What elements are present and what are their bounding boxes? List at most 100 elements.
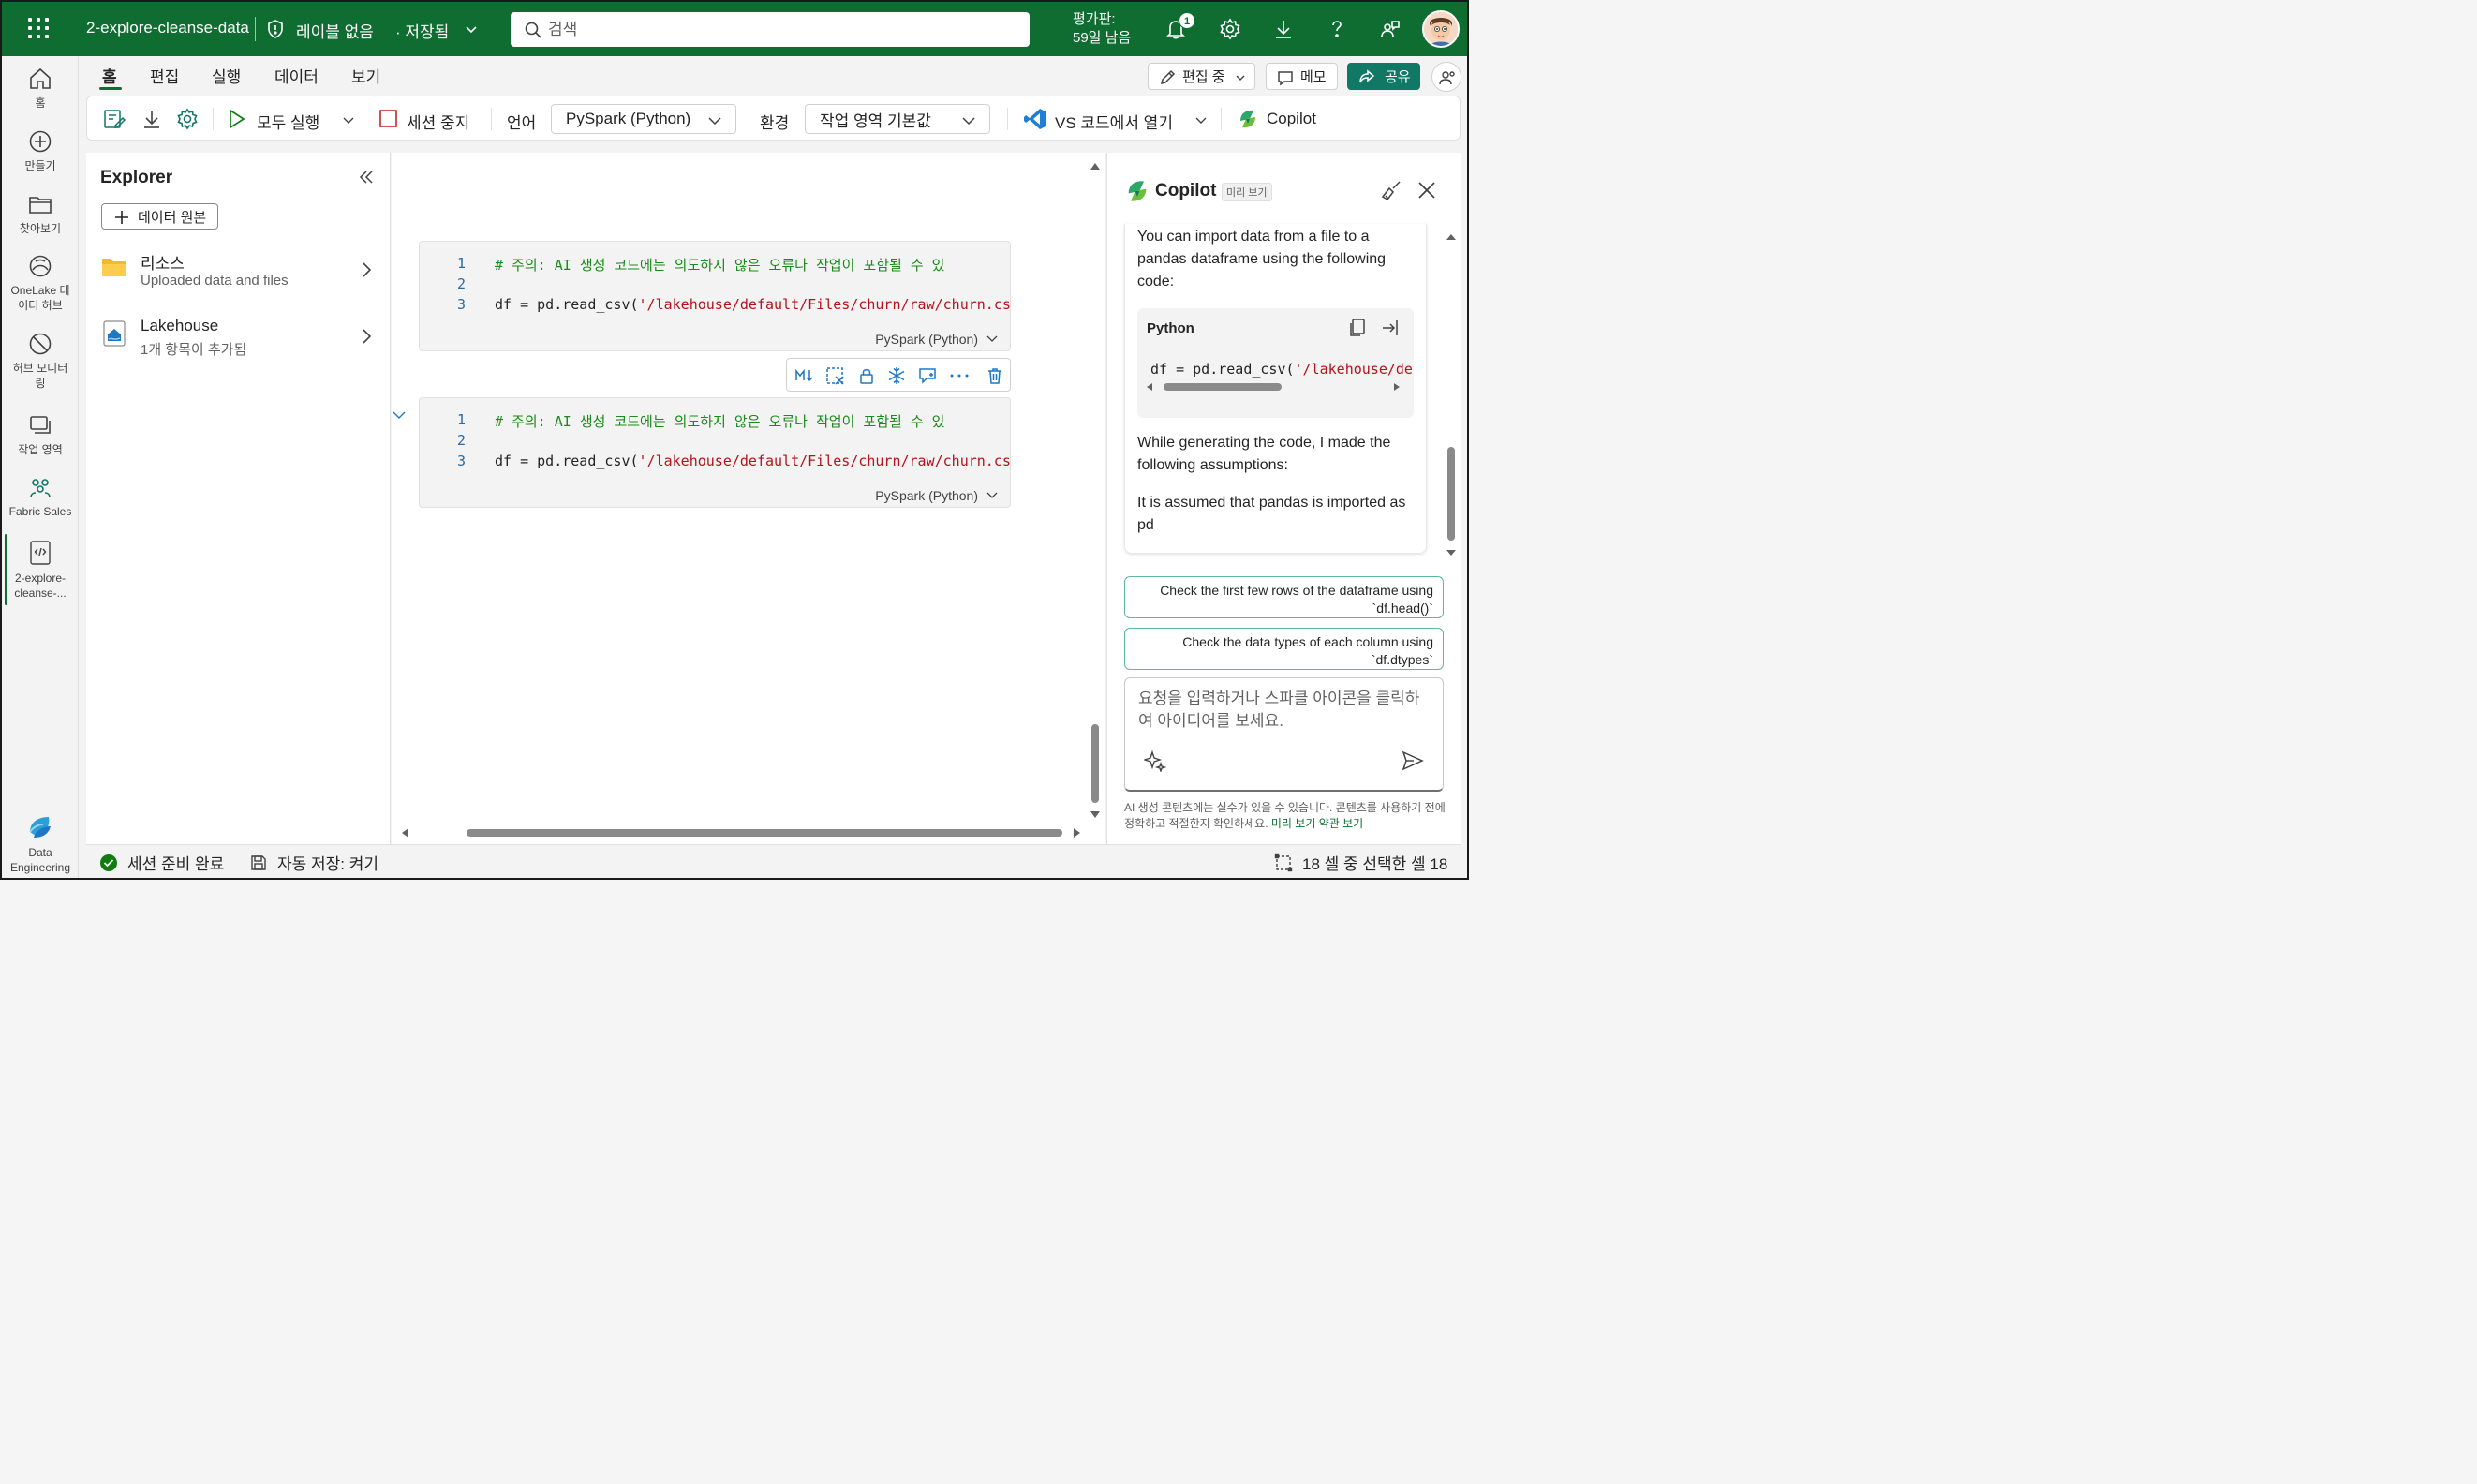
chevron-down-icon[interactable] [465,22,478,36]
close-icon[interactable] [1416,180,1437,200]
copy-icon[interactable] [1348,318,1367,338]
play-icon[interactable] [225,108,247,130]
rail-item-label-line2: Engineering [9,861,71,874]
tab-data[interactable]: 데이터 [274,64,319,87]
explorer-item-resources[interactable]: 리소스 Uploaded data and files [101,250,378,291]
editing-mode-button[interactable]: 편집 중 [1148,63,1255,90]
language-dropdown[interactable]: PySpark (Python) [551,104,736,134]
gear-icon[interactable] [1218,17,1242,41]
chevron-down-icon [986,335,998,342]
add-data-source-button[interactable]: 데이터 원본 [101,203,218,230]
copilot-prompt-input[interactable] [1138,688,1429,740]
trial-status[interactable]: 평가판: 59일 남음 [1073,10,1131,48]
rail-item-label-line2: cleanse-... [14,586,67,600]
code-language: Python [1147,320,1194,336]
response-line: following assumptions: [1137,457,1288,473]
cell-language-selector[interactable]: PySpark (Python) [875,488,999,503]
status-bar: 세션 준비 완료 자동 저장: 켜기 18 셀 중 선택한 셀 18 [86,844,1461,876]
chevron-down-icon[interactable] [342,113,355,126]
selection-icon [1274,853,1293,871]
download-icon[interactable] [1271,17,1296,41]
shield-icon[interactable] [266,19,285,39]
editor-vertical-scrollbar[interactable] [1089,160,1102,827]
tab-home[interactable]: 홈 [102,64,117,87]
stop-session-button[interactable]: 세션 중지 [407,110,469,133]
cell-language-selector[interactable]: PySpark (Python) [875,332,999,347]
share-button[interactable]: 공유 [1347,63,1420,90]
assumptions-text: While generating the code, I made the fo… [1137,432,1418,477]
send-icon[interactable] [1401,749,1425,772]
copilot-vertical-scrollbar[interactable] [1445,231,1458,559]
rail-item-notebook[interactable]: 2-explore- cleanse-... [2,539,79,601]
rail-item-data-engineering[interactable]: Data Engineering [2,813,79,875]
rail-item-create[interactable]: 만들기 [2,128,79,173]
sparkle-icon[interactable] [1144,749,1166,772]
chevron-down-icon[interactable] [392,408,407,422]
selection-text: 18 셀 중 선택한 셀 18 [1302,855,1448,873]
collapse-icon[interactable] [358,169,375,186]
more-icon[interactable] [950,374,969,378]
session-status[interactable]: 세션 준비 완료 [99,851,224,874]
share-label: 공유 [1385,69,1411,85]
suggestion-chip[interactable]: Check the data types of each column usin… [1124,628,1444,670]
memo-button[interactable]: 메모 [1266,63,1338,90]
saved-status[interactable]: · 저장됨 [395,19,449,42]
rail-item-browse[interactable]: 찾아보기 [2,191,79,236]
code-cell[interactable]: 1 # 주의: AI 생성 코드에는 의도하지 않은 오류나 작업이 포함될 수… [419,241,1011,351]
download-icon[interactable] [140,107,164,131]
delete-icon[interactable] [986,366,1004,385]
clear-output-icon[interactable] [825,366,846,385]
rail-item-monitoring[interactable]: 허브 모니터 링 [2,331,79,391]
avatar[interactable] [1422,10,1460,48]
open-in-vscode-button[interactable]: VS 코드에서 열기 [1055,110,1173,133]
top-bar: 2-explore-cleanse-data 레이블 없음 · 저장됨 평가판:… [2,2,1467,56]
divider [255,17,256,41]
freeze-icon[interactable] [887,366,906,385]
code-cell[interactable]: 1 # 주의: AI 생성 코드에는 의도하지 않은 오류나 작업이 포함될 수… [419,397,1011,508]
app-launcher-icon[interactable] [28,18,49,38]
chevron-right-icon[interactable] [360,328,373,345]
suggestion-line: Check the data types of each column usin… [1182,634,1433,649]
stop-icon[interactable] [378,109,398,128]
chevron-down-icon[interactable] [1194,113,1208,126]
clear-chat-icon[interactable] [1380,179,1402,201]
preview-terms-link[interactable]: 미리 보기 약관 보기 [1271,817,1363,830]
copilot-button[interactable]: Copilot [1267,110,1316,128]
chevron-right-icon[interactable] [360,261,373,278]
insert-code-icon[interactable] [1381,318,1402,338]
cell-selection-status[interactable]: 18 셀 중 선택한 셀 18 [1274,851,1447,874]
comment-add-icon[interactable] [918,366,939,385]
explorer-item-lakehouse[interactable]: Lakehouse 1개 항목이 추가됨 [101,317,378,358]
autosave-status[interactable]: 자동 저장: 켜기 [249,851,378,874]
rail-item-home[interactable]: 홈 [2,66,79,111]
share-feedback-icon[interactable] [1378,17,1402,41]
copilot-icon[interactable] [1237,108,1259,130]
markdown-toggle-icon[interactable] [794,366,815,385]
search-box[interactable] [511,12,1030,47]
rail-item-fabric-sales[interactable]: Fabric Sales [2,474,79,519]
gear-icon[interactable] [175,107,200,131]
editor-horizontal-scrollbar[interactable] [399,825,1083,840]
suggestion-chip[interactable]: Check the first few rows of the datafram… [1124,576,1444,618]
notebook-settings-icon[interactable] [102,107,126,131]
divider [1221,108,1222,130]
lock-icon[interactable] [857,366,876,385]
search-input[interactable] [548,18,1016,41]
rail-item-onelake[interactable]: OneLake 데 이터 허브 [2,253,79,313]
sensitivity-label[interactable]: 레이블 없음 [296,19,374,42]
document-title[interactable]: 2-explore-cleanse-data [86,19,249,37]
environment-dropdown[interactable]: 작업 영역 기본값 [805,104,990,134]
tab-view[interactable]: 보기 [351,64,380,87]
collaborators-button[interactable] [1431,62,1461,92]
code-prefix: df = pd.read_csv( [495,453,639,469]
run-all-button[interactable]: 모두 실행 [257,110,319,133]
response-line: pandas dataframe using the following [1137,251,1387,267]
vscode-icon[interactable] [1023,107,1047,131]
cell-language: PySpark (Python) [875,488,978,503]
code-horizontal-scrollbar[interactable] [1145,381,1407,393]
tab-run[interactable]: 실행 [212,64,241,87]
editing-label: 편집 중 [1182,69,1225,85]
rail-item-workspaces[interactable]: 작업 영역 [2,412,79,457]
help-icon[interactable] [1325,17,1349,41]
tab-edit[interactable]: 편집 [150,64,179,87]
